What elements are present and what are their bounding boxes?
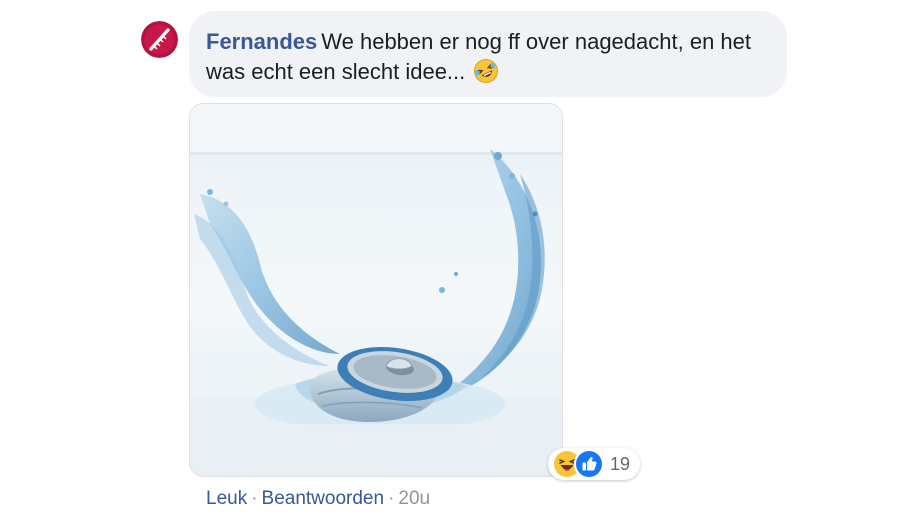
comment-actions: Leuk · Beantwoorden · 20u — [206, 488, 430, 510]
water-splash-crushed-can-icon — [190, 104, 562, 476]
avatar[interactable] — [141, 21, 178, 58]
comment-bubble: Fernandes We hebben er nog ff over nageda… — [189, 11, 787, 97]
comment-thread: Fernandes We hebben er nog ff over nageda… — [0, 0, 920, 518]
comment-timestamp[interactable]: 20u — [398, 488, 430, 509]
comment-image-attachment[interactable] — [189, 103, 563, 477]
rolling-on-floor-laughing-emoji-icon — [473, 58, 499, 84]
reaction-count: 19 — [610, 453, 631, 474]
separator: · — [251, 488, 258, 509]
like-link[interactable]: Leuk — [206, 488, 247, 509]
reaction-summary[interactable]: 19 — [548, 448, 641, 480]
separator: · — [388, 488, 395, 509]
reply-link[interactable]: Beantwoorden — [262, 488, 385, 509]
comment-author[interactable]: Fernandes — [206, 29, 317, 54]
avatar-image — [141, 21, 178, 58]
like-reaction-icon — [574, 449, 604, 479]
